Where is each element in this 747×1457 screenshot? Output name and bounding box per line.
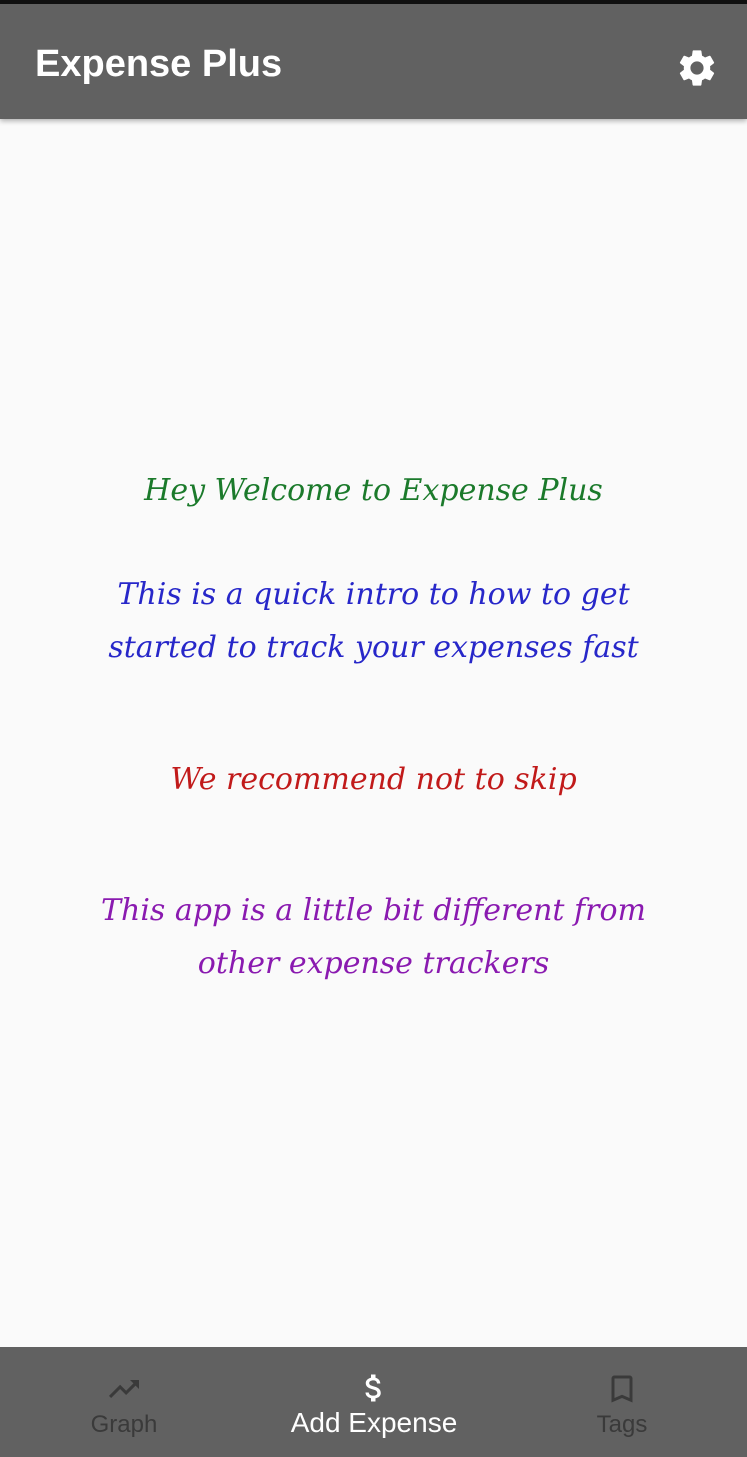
dollar-icon	[365, 1374, 381, 1402]
nav-label-tags: Tags	[596, 1411, 648, 1438]
gear-icon	[679, 50, 715, 86]
different-line-2: other expense trackers	[197, 946, 550, 981]
welcome-text: Hey Welcome to Expense Plus	[144, 473, 603, 508]
nav-label-add-expense: Add Expense	[290, 1407, 458, 1438]
app-title: Expense Plus	[35, 43, 283, 85]
nav-item-tags[interactable]: Tags	[554, 1347, 690, 1457]
settings-button[interactable]	[668, 39, 726, 97]
bookmark-icon	[611, 1375, 633, 1403]
bottom-navigation: Graph Add Expense Tags	[0, 1347, 747, 1457]
different-line-1: This app is a little bit different from	[101, 893, 646, 928]
recommend-text: We recommend not to skip	[170, 762, 577, 797]
nav-item-add-expense[interactable]: Add Expense	[264, 1347, 484, 1457]
nav-label-graph: Graph	[90, 1411, 158, 1438]
app-bar: Expense Plus	[0, 4, 747, 119]
intro-content: Hey Welcome to Expense Plus This is a qu…	[0, 119, 747, 1347]
quick-intro-line-1: This is a quick intro to how to get	[117, 577, 630, 612]
nav-item-graph[interactable]: Graph	[50, 1347, 198, 1457]
trending-up-icon	[109, 1380, 139, 1398]
quick-intro-line-2: started to track your expenses fast	[108, 630, 639, 665]
